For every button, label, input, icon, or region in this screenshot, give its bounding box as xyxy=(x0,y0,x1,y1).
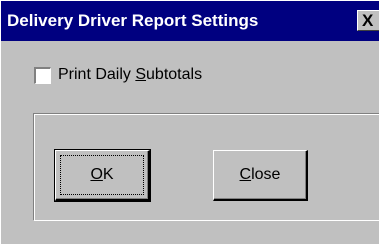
window-title: Delivery Driver Report Settings xyxy=(7,11,259,30)
print-daily-subtotals-label[interactable]: Print Daily Subtotals xyxy=(58,66,202,84)
close-label-rest: lose xyxy=(251,166,281,183)
print-daily-subtotals-checkbox[interactable] xyxy=(34,67,51,84)
close-icon[interactable]: X xyxy=(357,10,379,31)
label-mnemonic: S xyxy=(135,66,147,83)
ok-label-rest: K xyxy=(102,166,114,183)
label-prefix: Print Daily xyxy=(58,66,136,83)
ok-button[interactable]: OK xyxy=(54,149,151,202)
ok-mnemonic: O xyxy=(90,166,103,183)
title-bar[interactable]: Delivery Driver Report Settings X xyxy=(1,1,379,41)
label-suffix: ubtotals xyxy=(146,66,203,83)
dialog-window: Delivery Driver Report Settings X Print … xyxy=(0,0,379,244)
close-button[interactable]: Close xyxy=(213,150,308,201)
close-mnemonic: C xyxy=(239,166,252,183)
